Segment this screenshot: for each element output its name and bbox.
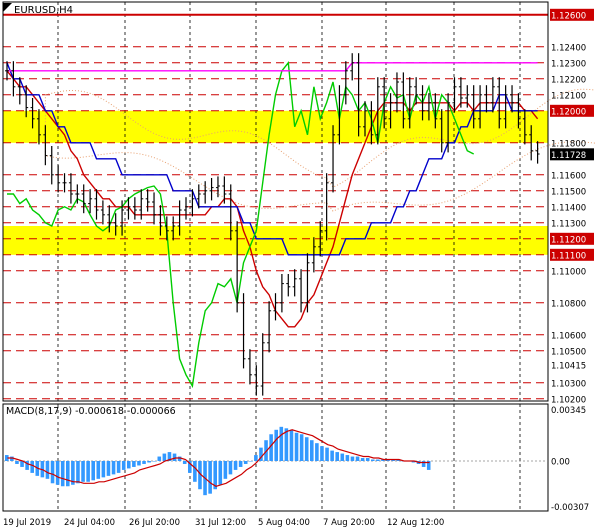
macd-bar (330, 450, 334, 461)
chart-svg: 1.12600 1.12400 1.12300 1.12200 1.12100 1.120… (0, 0, 595, 532)
macd-bar (218, 461, 223, 485)
macd-bar (101, 461, 106, 478)
axis-label: 1.11200 (551, 235, 586, 245)
macd-axis-label: 0.00345 (551, 406, 586, 416)
macd-bar (147, 461, 151, 463)
macd-bar (76, 461, 80, 484)
macd-bar (320, 446, 324, 461)
axis-label: 1.12600 (551, 11, 586, 21)
macd-title: MACD(8,17,9) -0.000618 -0.000066 (6, 406, 176, 417)
macd-bar (360, 458, 365, 461)
macd-bar (304, 437, 309, 461)
macd-bar (60, 461, 65, 487)
macd-bar (137, 461, 141, 466)
macd-bar (66, 461, 70, 487)
axis-label: 1.10300 (551, 379, 586, 389)
macd-bar (233, 461, 238, 470)
macd-bar (127, 461, 131, 469)
macd-bar (335, 452, 339, 461)
macd-bar (132, 461, 136, 467)
macd-bar (228, 461, 233, 475)
axis-label: 1.11100 (551, 251, 586, 261)
axis-label: 1.10800 (551, 299, 586, 309)
axis-label: 1.10500 (551, 347, 586, 357)
macd-bar (152, 461, 156, 462)
axis-label: 1.11000 (551, 267, 586, 277)
macd-bar (172, 453, 177, 461)
macd-bar (116, 461, 121, 473)
macd-bar (162, 453, 167, 461)
axis-label: 1.10415 (551, 362, 586, 372)
macd-axis-label: 0.00 (551, 458, 570, 468)
macd-bar (350, 456, 355, 461)
axis-label: 1.10200 (551, 395, 586, 405)
axis-label: 1.11400 (551, 203, 586, 213)
macd-bar (310, 440, 314, 461)
macd-bar (142, 461, 146, 464)
macd-bar (325, 447, 329, 461)
macd-bar (111, 461, 116, 475)
time-label: 24 Jul 04:00 (64, 518, 115, 528)
macd-bar (355, 456, 360, 461)
macd-bar (81, 461, 85, 482)
axis-label: 1.11800 (551, 139, 586, 149)
macd-bar (345, 455, 350, 461)
macd-bar (208, 461, 212, 494)
axis-label: 1.11300 (551, 219, 586, 229)
macd-bar (254, 455, 258, 461)
macd-bar (30, 461, 34, 473)
macd-bar (193, 461, 197, 482)
time-label: 31 Jul 12:00 (195, 518, 246, 528)
axis-label: 1.10600 (551, 331, 586, 341)
axis-label: 1.11500 (551, 187, 586, 197)
macd-bar (284, 428, 289, 461)
macd-bar (299, 434, 304, 461)
chart-window: 1.12600 1.12400 1.12300 1.12200 1.12100 1.120… (0, 0, 595, 532)
macd-bar (376, 459, 380, 461)
symbol-title: EURUSD,H4 (14, 5, 73, 16)
macd-bar (289, 429, 294, 461)
macd-bar (315, 443, 319, 461)
macd-bar (106, 461, 111, 476)
macd-bar (182, 461, 187, 464)
macd-bar (157, 456, 162, 461)
macd-bar (177, 456, 182, 461)
macd-bar (50, 461, 55, 484)
yellow-zone (3, 226, 548, 255)
macd-bar (96, 461, 101, 479)
macd-bar (121, 461, 126, 470)
macd-bar (86, 461, 90, 482)
macd-bar (371, 459, 375, 461)
axis-label: 1.12000 (551, 107, 586, 117)
macd-bar (249, 461, 253, 462)
time-label: 5 Aug 04:00 (258, 518, 310, 528)
macd-bar (279, 426, 284, 461)
axis-label: 1.11600 (551, 171, 586, 181)
time-label: 26 Jul 20:00 (129, 518, 180, 528)
current-price-label: 1.11728 (551, 151, 586, 161)
macd-bar (223, 461, 228, 479)
macd-bar (15, 461, 19, 464)
macd-axis-label: -0.00307 (551, 503, 589, 513)
time-label: 12 Aug 12:00 (387, 518, 444, 528)
axis-label: 1.12200 (551, 75, 586, 85)
macd-bar (294, 432, 299, 461)
axis-label: 1.12300 (551, 59, 586, 69)
time-label: 19 Jul 2019 (3, 518, 51, 528)
time-label: 7 Aug 20:00 (323, 518, 375, 528)
axis-label: 1.12400 (551, 43, 586, 53)
macd-bar (340, 453, 345, 461)
macd-bar (274, 429, 278, 461)
macd-bar (45, 461, 50, 479)
macd-bar (365, 458, 370, 461)
macd-bar (421, 461, 426, 467)
macd-bar (55, 461, 60, 485)
macd-bar (243, 461, 248, 464)
macd-bar (238, 461, 243, 467)
axis-label: 1.12100 (551, 91, 586, 101)
macd-bar (91, 461, 95, 481)
